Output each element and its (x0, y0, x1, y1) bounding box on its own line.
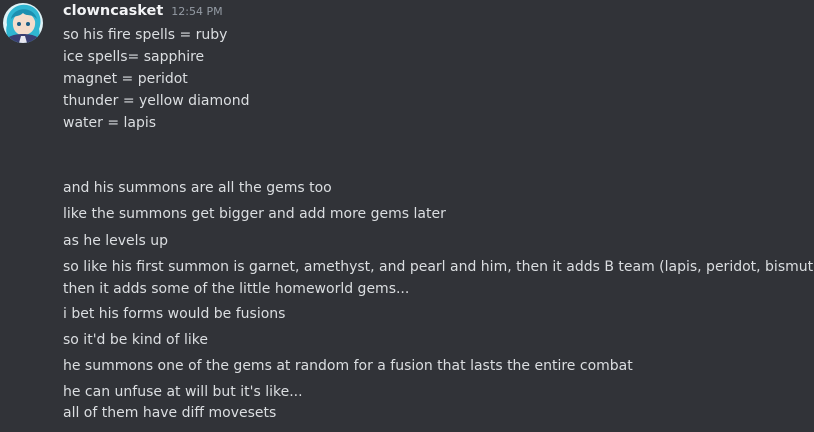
message-line: so it'd be kind of like (63, 332, 208, 348)
message-line: ice spells= sapphire (63, 49, 205, 65)
message-line: like the summons get bigger and add more… (63, 206, 446, 222)
message-line: thunder = yellow diamond (63, 93, 250, 109)
message-header: clowncasket 12:54 PM (63, 3, 223, 23)
avatar[interactable] (3, 3, 43, 43)
message-line: and his summons are all the gems too (63, 180, 332, 196)
message-line: then it adds some of the little homeworl… (63, 281, 410, 297)
message-line: he can unfuse at will but it's like... (63, 384, 303, 400)
message-line: he summons one of the gems at random for… (63, 358, 633, 374)
message-line: so like his first summon is garnet, amet… (63, 259, 814, 275)
message-line: all of them have diff movesets (63, 405, 277, 421)
message-line: water = lapis (63, 115, 157, 131)
timestamp[interactable]: 12:54 PM (171, 5, 222, 18)
message-line: as he levels up (63, 233, 169, 249)
username[interactable]: clowncasket (63, 3, 163, 19)
message-line: i bet his forms would be fusions (63, 306, 286, 322)
message-line: magnet = peridot (63, 71, 188, 87)
anime-character-avatar-icon (3, 3, 43, 43)
message-line: so his fire spells = ruby (63, 27, 228, 43)
